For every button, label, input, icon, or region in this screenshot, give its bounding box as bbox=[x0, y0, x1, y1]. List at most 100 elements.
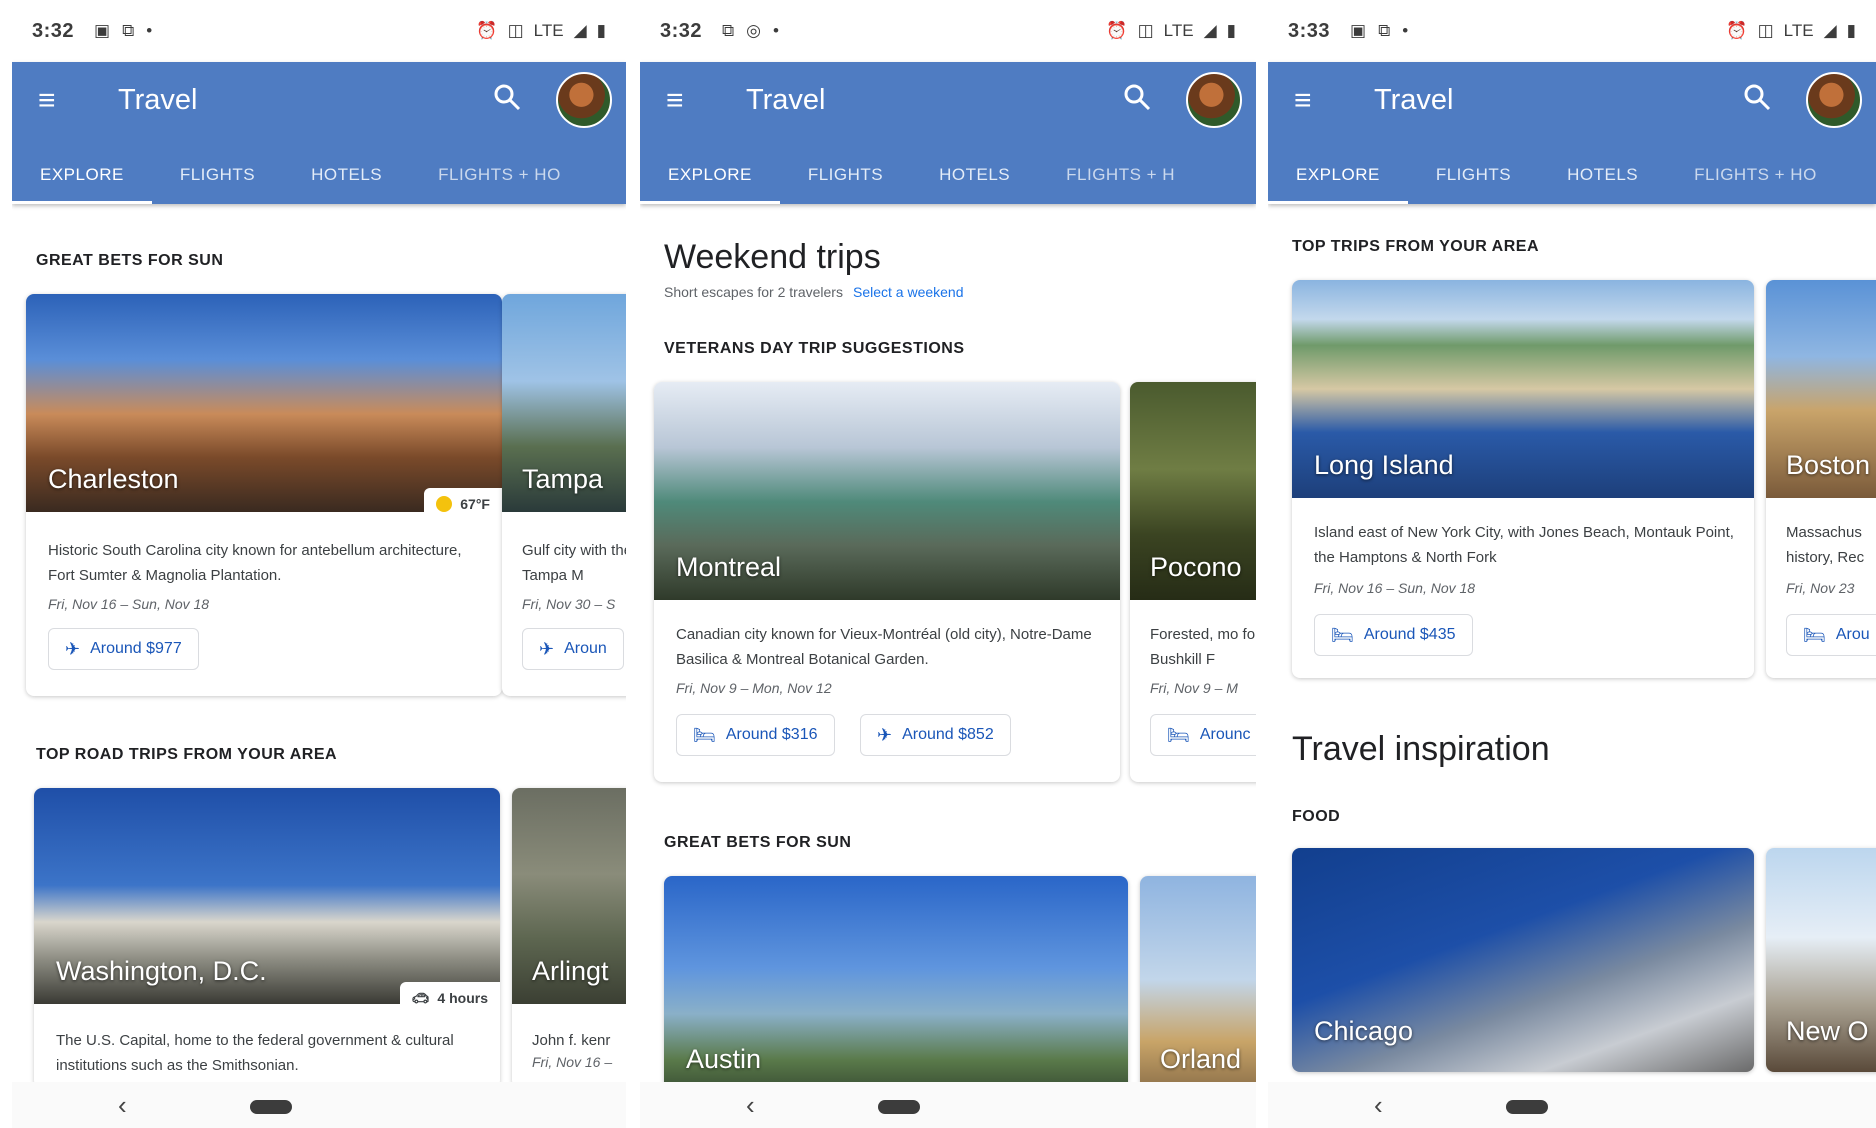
battery-icon: ▮ bbox=[1226, 21, 1236, 40]
tab-explore[interactable]: EXPLORE bbox=[640, 146, 780, 204]
section-label-sun: GREAT BETS FOR SUN bbox=[36, 252, 224, 269]
instagram-icon: ◎ bbox=[746, 21, 762, 40]
cast-icon: ⧉ bbox=[122, 21, 135, 40]
page-subtitle: Short escapes for 2 travelers Select a we… bbox=[664, 284, 964, 300]
menu-icon[interactable]: ≡ bbox=[38, 86, 68, 116]
destination-card-boston[interactable]: Boston Massachus history, Rec Fri, Nov 2… bbox=[1766, 280, 1876, 678]
hotel-price-button[interactable]: 🛏︎ Around $316 bbox=[676, 714, 835, 756]
hotel-price: Around $435 bbox=[1363, 626, 1456, 643]
status-bar: 3:32 ⧉ ◎ • ⏰ ◫ LTE ◢ ▮ bbox=[640, 0, 1256, 62]
select-weekend-link[interactable]: Select a weekend bbox=[853, 284, 964, 300]
flight-price-button[interactable]: ✈ Around $977 bbox=[48, 628, 199, 670]
tab-flights-hotels[interactable]: FLIGHTS + HO bbox=[410, 146, 589, 204]
hotel-icon: 🛏︎ bbox=[1167, 724, 1190, 745]
drive-time: 4 hours bbox=[437, 990, 488, 1006]
phone-screen-3: 3:33 ▣ ⧉ • ⏰ ◫ LTE ◢ ▮ ≡ Travel EXPLORE … bbox=[1268, 0, 1876, 1128]
trip-dates: Fri, Nov 30 – S bbox=[522, 596, 616, 612]
system-nav-bar: ‹ bbox=[1268, 1082, 1876, 1128]
menu-icon[interactable]: ≡ bbox=[666, 86, 696, 116]
section-label-food: FOOD bbox=[1292, 808, 1341, 825]
hotel-price-button[interactable]: 🛏︎ Arounc bbox=[1150, 714, 1256, 756]
destination-card-charleston[interactable]: Charleston 67°F Historic South Carolina … bbox=[26, 294, 502, 696]
hotel-price-button[interactable]: 🛏︎ Around $435 bbox=[1314, 614, 1473, 656]
tab-bar: EXPLORE FLIGHTS HOTELS FLIGHTS + HO bbox=[12, 146, 626, 204]
search-icon[interactable] bbox=[492, 82, 526, 116]
system-icons: ⏰ ◫ LTE ◢ ▮ bbox=[476, 21, 606, 41]
app-title: Travel bbox=[118, 84, 198, 116]
flight-price-button[interactable]: ✈ Aroun bbox=[522, 628, 624, 670]
status-time: 3:33 bbox=[1288, 19, 1331, 42]
hotel-price: Arou bbox=[1835, 626, 1870, 643]
system-nav-bar: ‹ bbox=[12, 1082, 626, 1128]
hotel-icon: 🛏︎ bbox=[693, 724, 716, 745]
avatar[interactable] bbox=[556, 72, 612, 128]
flight-price: Aroun bbox=[564, 640, 607, 657]
trip-dates: Fri, Nov 23 bbox=[1786, 580, 1855, 596]
search-icon[interactable] bbox=[1742, 82, 1776, 116]
destination-card-arlington[interactable]: Arlingt John f. kenr Fri, Nov 16 – bbox=[512, 788, 626, 1088]
tab-hotels[interactable]: HOTELS bbox=[283, 146, 410, 204]
home-pill[interactable] bbox=[878, 1100, 920, 1114]
destination-description: Gulf city with the Tampa M bbox=[522, 542, 626, 584]
avatar[interactable] bbox=[1186, 72, 1242, 128]
destination-name: Charleston bbox=[48, 464, 179, 494]
back-icon[interactable]: ‹ bbox=[746, 1090, 755, 1121]
hotel-price-button[interactable]: 🛏︎ Arou bbox=[1786, 614, 1876, 656]
page-title: Weekend trips bbox=[664, 238, 881, 276]
destination-card-long-island[interactable]: Long Island Island east of New York City… bbox=[1292, 280, 1754, 678]
subtitle-text: Short escapes for 2 travelers bbox=[664, 284, 843, 300]
destination-card-montreal[interactable]: Montreal Canadian city known for Vieux-M… bbox=[654, 382, 1120, 782]
tab-hotels[interactable]: HOTELS bbox=[911, 146, 1038, 204]
tab-hotels[interactable]: HOTELS bbox=[1539, 146, 1666, 204]
flight-price-button[interactable]: ✈ Around $852 bbox=[860, 714, 1011, 756]
destination-card-pocono[interactable]: Pocono Forested, mo for Bushkill F Fri, … bbox=[1130, 382, 1256, 782]
battery-icon: ▮ bbox=[1846, 21, 1856, 40]
cast-icon: ⧉ bbox=[722, 21, 735, 40]
dot-icon: • bbox=[146, 21, 153, 40]
destination-card-chicago[interactable]: Chicago bbox=[1292, 848, 1754, 1072]
app-title: Travel bbox=[1374, 84, 1454, 116]
status-bar: 3:33 ▣ ⧉ • ⏰ ◫ LTE ◢ ▮ bbox=[1268, 0, 1876, 62]
search-icon[interactable] bbox=[1122, 82, 1156, 116]
trip-dates: Fri, Nov 9 – Mon, Nov 12 bbox=[676, 680, 832, 696]
tab-explore[interactable]: EXPLORE bbox=[1268, 146, 1408, 204]
destination-card-new-orleans[interactable]: New O bbox=[1766, 848, 1876, 1072]
home-pill[interactable] bbox=[1506, 1100, 1548, 1114]
destination-card-washington[interactable]: Washington, D.C. 🚗︎ 4 hours The U.S. Cap… bbox=[34, 788, 500, 1088]
destination-name: New O bbox=[1786, 1016, 1869, 1046]
car-icon: 🚗︎ bbox=[411, 989, 430, 1006]
drive-time-badge: 🚗︎ 4 hours bbox=[399, 982, 500, 1014]
app-bar: ≡ Travel EXPLORE FLIGHTS HOTELS FLIGHTS … bbox=[12, 62, 626, 204]
signal-icon: ◢ bbox=[1203, 21, 1217, 40]
network-type: LTE bbox=[1783, 21, 1814, 40]
home-pill[interactable] bbox=[250, 1100, 292, 1114]
menu-icon[interactable]: ≡ bbox=[1294, 86, 1324, 116]
back-icon[interactable]: ‹ bbox=[1374, 1090, 1383, 1121]
destination-name: Arlingt bbox=[532, 956, 609, 986]
photo-icon: ▣ bbox=[94, 21, 111, 40]
tab-flights-hotels[interactable]: FLIGHTS + H bbox=[1038, 146, 1203, 204]
notification-icons: ▣ ⧉ • bbox=[94, 21, 152, 41]
sun-icon bbox=[436, 496, 453, 512]
flight-icon: ✈ bbox=[877, 724, 893, 745]
destination-description: Massachus history, Rec bbox=[1786, 524, 1865, 566]
section-title-travel-inspiration: Travel inspiration bbox=[1292, 730, 1550, 768]
destination-card-tampa[interactable]: Tampa Gulf city with the Tampa M Fri, No… bbox=[502, 294, 626, 696]
tab-flights[interactable]: FLIGHTS bbox=[780, 146, 911, 204]
back-icon[interactable]: ‹ bbox=[118, 1090, 127, 1121]
destination-card-orlando[interactable]: Orland bbox=[1140, 876, 1256, 1106]
tab-explore[interactable]: EXPLORE bbox=[12, 146, 152, 204]
tab-flights[interactable]: FLIGHTS bbox=[1408, 146, 1539, 204]
battery-icon: ▮ bbox=[596, 21, 606, 40]
tab-flights[interactable]: FLIGHTS bbox=[152, 146, 283, 204]
hotel-icon: 🛏︎ bbox=[1803, 624, 1826, 645]
avatar[interactable] bbox=[1806, 72, 1862, 128]
trip-dates: Fri, Nov 9 – M bbox=[1150, 680, 1238, 696]
flight-icon: ✈ bbox=[65, 638, 81, 659]
tab-flights-hotels[interactable]: FLIGHTS + HO bbox=[1666, 146, 1845, 204]
trip-dates: Fri, Nov 16 – Sun, Nov 18 bbox=[1314, 580, 1476, 596]
dot-icon: • bbox=[773, 21, 779, 40]
destination-card-austin[interactable]: Austin bbox=[664, 876, 1128, 1106]
flight-price: Around $852 bbox=[902, 726, 994, 743]
alarm-icon: ⏰ bbox=[1726, 21, 1748, 40]
